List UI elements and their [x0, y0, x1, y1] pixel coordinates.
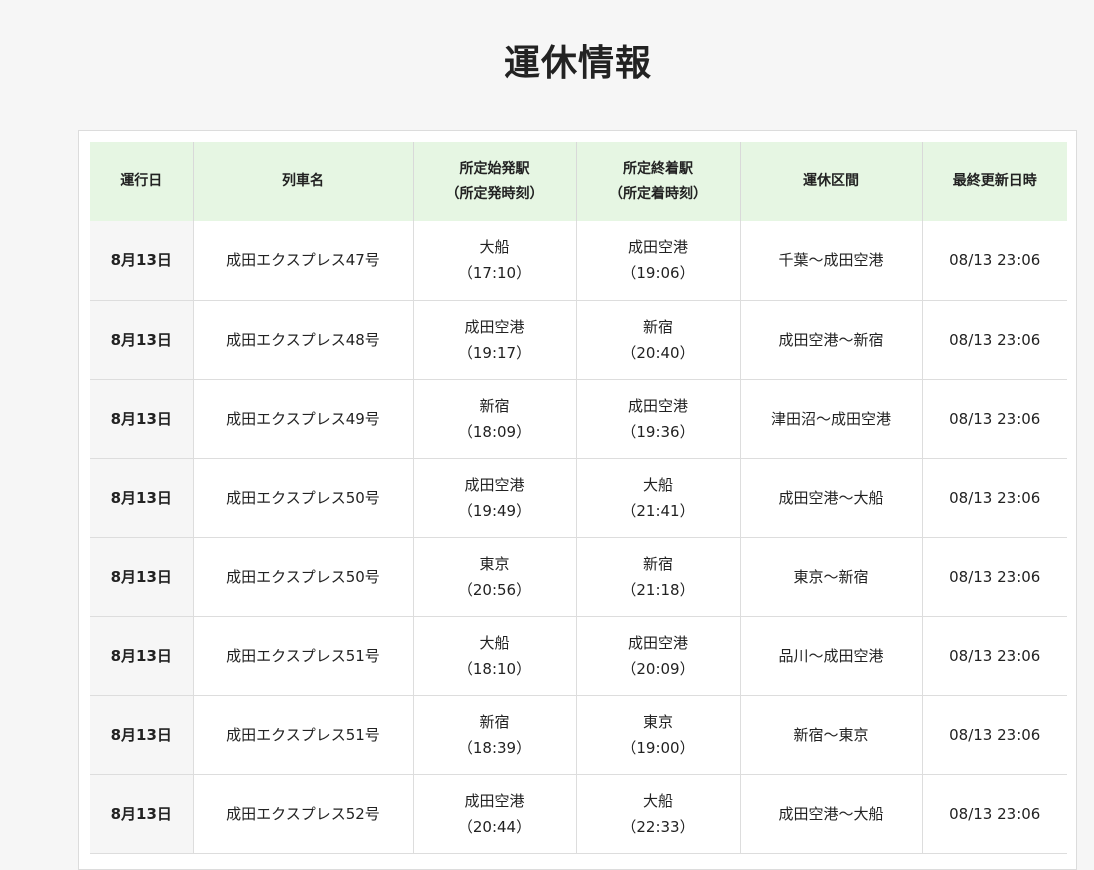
table-row: 8月13日 成田エクスプレス50号 東京 （20:56） 新宿 （21:18） 東京…: [90, 537, 1067, 617]
cell-last-updated: 08/13 23:06: [922, 221, 1067, 301]
table-row: 8月13日 成田エクスプレス50号 成田空港 （19:49） 大船 （21:41） …: [90, 458, 1067, 538]
cell-date: 8月13日: [90, 300, 194, 380]
cell-date: 8月13日: [90, 616, 194, 696]
cell-destination: 東京 （19:00）: [576, 695, 741, 775]
cell-date: 8月13日: [90, 458, 194, 538]
header-destination-station: 所定終着駅 （所定着時刻）: [576, 142, 741, 221]
cell-last-updated: 08/13 23:06: [922, 616, 1067, 696]
cell-origin: 新宿 （18:09）: [413, 379, 577, 459]
cell-suspended-section: 新宿～東京: [740, 695, 923, 775]
cell-last-updated: 08/13 23:06: [922, 774, 1067, 854]
cell-destination: 成田空港 （19:06）: [576, 221, 741, 301]
cell-suspended-section: 東京～新宿: [740, 537, 923, 617]
cell-train-name: 成田エクスプレス51号: [193, 695, 414, 775]
cell-destination: 成田空港 （19:36）: [576, 379, 741, 459]
cell-origin: 東京 （20:56）: [413, 537, 577, 617]
cell-date: 8月13日: [90, 221, 194, 301]
cell-date: 8月13日: [90, 695, 194, 775]
header-last-updated: 最終更新日時: [922, 142, 1067, 221]
cell-destination: 大船 （21:41）: [576, 458, 741, 538]
table-row: 8月13日 成田エクスプレス49号 新宿 （18:09） 成田空港 （19:36） …: [90, 379, 1067, 459]
cell-train-name: 成田エクスプレス47号: [193, 221, 414, 301]
cell-date: 8月13日: [90, 537, 194, 617]
header-date: 運行日: [90, 142, 194, 221]
cell-destination: 成田空港 （20:09）: [576, 616, 741, 696]
table-row: 8月13日 成田エクスプレス47号 大船 （17:10） 成田空港 （19:06） …: [90, 221, 1067, 301]
cell-suspended-section: 品川～成田空港: [740, 616, 923, 696]
cell-date: 8月13日: [90, 774, 194, 854]
cell-origin: 成田空港 （20:44）: [413, 774, 577, 854]
table-row: 8月13日 成田エクスプレス48号 成田空港 （19:17） 新宿 （20:40） …: [90, 300, 1067, 380]
cell-suspended-section: 千葉～成田空港: [740, 221, 923, 301]
suspension-table: 運行日 列車名 所定始発駅 （所定発時刻） 所定終着駅 （所定着時刻） 運休区間 最…: [90, 142, 1067, 854]
cell-train-name: 成田エクスプレス50号: [193, 537, 414, 617]
cell-date: 8月13日: [90, 379, 194, 459]
cell-last-updated: 08/13 23:06: [922, 537, 1067, 617]
cell-origin: 成田空港 （19:17）: [413, 300, 577, 380]
cell-last-updated: 08/13 23:06: [922, 300, 1067, 380]
cell-last-updated: 08/13 23:06: [922, 379, 1067, 459]
cell-destination: 新宿 （20:40）: [576, 300, 741, 380]
cell-train-name: 成田エクスプレス50号: [193, 458, 414, 538]
cell-suspended-section: 成田空港～新宿: [740, 300, 923, 380]
cell-origin: 新宿 （18:39）: [413, 695, 577, 775]
cell-last-updated: 08/13 23:06: [922, 458, 1067, 538]
cell-suspended-section: 成田空港～大船: [740, 774, 923, 854]
cell-train-name: 成田エクスプレス49号: [193, 379, 414, 459]
cell-train-name: 成田エクスプレス52号: [193, 774, 414, 854]
page-title: 運休情報: [503, 43, 652, 84]
table-row: 8月13日 成田エクスプレス51号 新宿 （18:39） 東京 （19:00） 新宿…: [90, 695, 1067, 775]
table-row: 8月13日 成田エクスプレス52号 成田空港 （20:44） 大船 （22:33） …: [90, 774, 1067, 854]
header-train-name: 列車名: [193, 142, 414, 221]
header-origin-station: 所定始発駅 （所定発時刻）: [413, 142, 577, 221]
cell-origin: 成田空港 （19:49）: [413, 458, 577, 538]
cell-suspended-section: 成田空港～大船: [740, 458, 923, 538]
table-header-row: 運行日 列車名 所定始発駅 （所定発時刻） 所定終着駅 （所定着時刻） 運休区間 最…: [90, 142, 1067, 221]
cell-last-updated: 08/13 23:06: [922, 695, 1067, 775]
cell-suspended-section: 津田沼～成田空港: [740, 379, 923, 459]
suspension-table-card: 運行日 列車名 所定始発駅 （所定発時刻） 所定終着駅 （所定着時刻） 運休区間 最…: [78, 130, 1077, 870]
cell-origin: 大船 （18:10）: [413, 616, 577, 696]
table-row: 8月13日 成田エクスプレス51号 大船 （18:10） 成田空港 （20:09） …: [90, 616, 1067, 696]
cell-origin: 大船 （17:10）: [413, 221, 577, 301]
header-suspended-section: 運休区間: [740, 142, 923, 221]
cell-train-name: 成田エクスプレス48号: [193, 300, 414, 380]
cell-destination: 新宿 （21:18）: [576, 537, 741, 617]
cell-train-name: 成田エクスプレス51号: [193, 616, 414, 696]
cell-destination: 大船 （22:33）: [576, 774, 741, 854]
